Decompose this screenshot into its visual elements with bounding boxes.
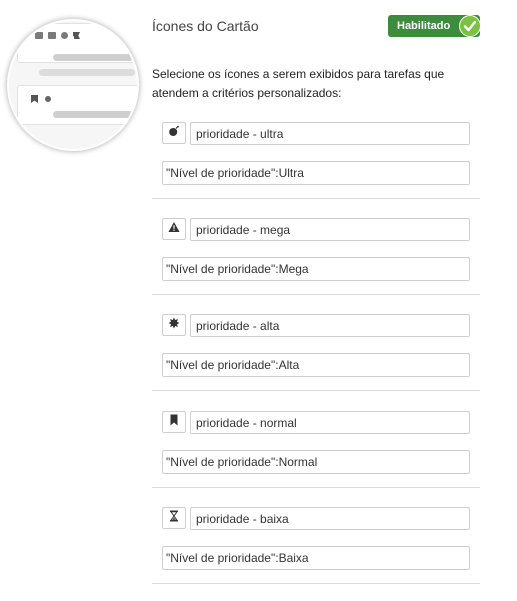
- rule-name-input[interactable]: [190, 122, 470, 145]
- preview-card: [17, 85, 137, 125]
- bomb-icon: [168, 124, 180, 142]
- hourglass-icon: [168, 509, 180, 527]
- burst-icon: [168, 316, 180, 334]
- icon-picker-button[interactable]: [162, 122, 186, 144]
- icon-picker-button[interactable]: [162, 507, 186, 529]
- warning-icon: [168, 220, 180, 238]
- rule-name-input[interactable]: [190, 507, 470, 530]
- divider: [152, 487, 480, 488]
- rule-criteria-input[interactable]: [162, 353, 470, 377]
- icon-picker-button[interactable]: [162, 218, 186, 240]
- preview-text-bar: [53, 111, 133, 118]
- divider: [152, 198, 480, 199]
- rule-criteria-input[interactable]: [162, 257, 470, 281]
- description-text: Selecione os ícones a serem exibidos par…: [152, 67, 445, 100]
- enabled-toggle[interactable]: Habilitado: [388, 15, 481, 37]
- divider: [152, 583, 480, 584]
- rule-name-input[interactable]: [190, 218, 470, 241]
- rule-name-input[interactable]: [190, 411, 470, 434]
- preview-icon-row: [25, 32, 80, 39]
- icon-picker-button[interactable]: [162, 411, 186, 433]
- bookmark-icon: [168, 413, 180, 431]
- rule-name-input[interactable]: [190, 314, 470, 337]
- link-icon: [35, 32, 43, 39]
- divider: [152, 390, 480, 391]
- info-icon: [45, 96, 51, 102]
- toggle-label: Habilitado: [397, 20, 451, 32]
- rule-criteria-input[interactable]: [162, 161, 470, 185]
- divider: [152, 294, 480, 295]
- checkmark-icon: [459, 15, 481, 37]
- info-icon: [61, 32, 68, 39]
- rule-criteria-input[interactable]: [162, 546, 470, 570]
- thumbs-up-icon: [48, 32, 56, 39]
- card-icons-preview: [7, 19, 139, 151]
- red-dot-icon: [25, 33, 30, 38]
- preview-text-bar: [39, 69, 135, 76]
- preview-text-bar: [53, 54, 133, 61]
- icon-picker-button[interactable]: [162, 314, 186, 336]
- rule-criteria-input[interactable]: [162, 450, 470, 474]
- section-title: Ícones do Cartão: [152, 18, 259, 34]
- flag-icon: [73, 32, 80, 39]
